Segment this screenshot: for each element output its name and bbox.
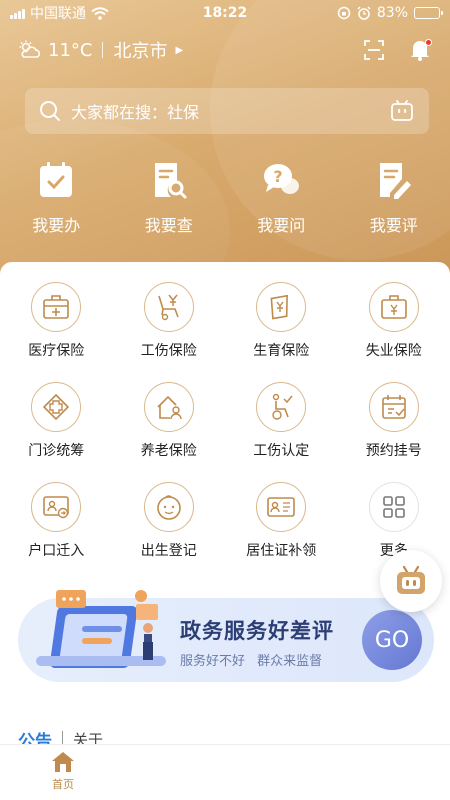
assistant-robot-button[interactable] xyxy=(380,550,442,612)
service-evaluation-illustration xyxy=(36,590,166,668)
weather-location[interactable]: 11°C 北京市 ▶ xyxy=(18,37,362,63)
battery-icon xyxy=(414,7,443,19)
caret-right-icon: ▶ xyxy=(175,44,184,56)
robot-assistant-icon[interactable] xyxy=(389,99,415,123)
service-appointment[interactable]: 预约挂号 xyxy=(338,382,450,460)
service-medical-insurance[interactable]: 医疗保险 xyxy=(0,282,113,360)
service-label: 失业保险 xyxy=(365,343,422,359)
briefcase-yen-icon xyxy=(368,282,419,332)
services-card: 医疗保险 工伤保险 生育保险 失业保险 门诊统筹 养老保险 工伤认定 预约挂号 … xyxy=(0,262,450,800)
house-person-icon xyxy=(143,382,194,432)
quick-action-label: 我要问 xyxy=(257,216,306,235)
question-chat-icon: ? xyxy=(261,160,301,200)
service-label: 出生登记 xyxy=(140,543,197,559)
service-label: 工伤保险 xyxy=(140,343,197,359)
quick-action-label: 我要查 xyxy=(144,216,193,235)
service-maternity-insurance[interactable]: 生育保险 xyxy=(225,282,338,360)
wheelchair-yen-icon xyxy=(143,282,194,332)
city-name: 北京市 xyxy=(113,41,168,62)
home-icon xyxy=(52,752,74,772)
scan-icon xyxy=(364,40,384,60)
carrier-name: 中国联通 xyxy=(30,6,86,22)
wifi-icon xyxy=(91,6,109,20)
signal-icon xyxy=(10,8,25,19)
service-household-transfer[interactable]: 户口迁入 xyxy=(0,482,113,560)
service-label: 预约挂号 xyxy=(365,443,422,459)
id-card-transfer-icon xyxy=(31,482,82,532)
quick-action-label: 我要评 xyxy=(369,216,418,235)
battery-percent: 83% xyxy=(376,5,408,21)
tab-home-label: 首页 xyxy=(52,778,74,791)
svg-text:?: ? xyxy=(274,167,283,186)
service-label: 养老保险 xyxy=(140,443,197,459)
banner-title: 政务服务好差评 xyxy=(180,619,334,643)
yen-leaf-icon xyxy=(256,282,307,332)
service-birth-registration[interactable]: 出生登记 xyxy=(113,482,226,560)
document-edit-icon xyxy=(374,160,414,200)
grid-more-icon xyxy=(368,482,419,532)
unread-badge xyxy=(425,39,432,46)
document-search-icon xyxy=(149,160,189,200)
calendar-booking-icon xyxy=(368,382,419,432)
service-label: 户口迁入 xyxy=(28,543,85,559)
cross-badge-icon xyxy=(31,382,82,432)
temperature: 11°C xyxy=(48,39,93,61)
quick-action-handle[interactable]: 我要办 xyxy=(6,160,106,240)
medical-box-icon xyxy=(31,282,82,332)
service-injury-recognition[interactable]: 工伤认定 xyxy=(225,382,338,460)
quick-action-query[interactable]: 我要查 xyxy=(119,160,219,240)
wheelchair-check-icon xyxy=(256,382,307,432)
tab-home[interactable]: 首页 xyxy=(38,751,88,792)
notification-button[interactable] xyxy=(408,38,432,62)
id-card-reissue-icon xyxy=(256,482,307,532)
service-label: 门诊统筹 xyxy=(28,443,85,459)
service-unemployment-insurance[interactable]: 失业保险 xyxy=(338,282,450,360)
service-outpatient-pooling[interactable]: 门诊统筹 xyxy=(0,382,113,460)
quick-action-evaluate[interactable]: 我要评 xyxy=(344,160,444,240)
search-bar[interactable]: 大家都在搜：社保 xyxy=(25,88,429,134)
bottom-tab-bar: 首页 xyxy=(0,744,450,800)
service-more[interactable]: 更多 xyxy=(338,482,450,560)
service-injury-insurance[interactable]: 工伤保险 xyxy=(113,282,226,360)
service-label: 居住证补领 xyxy=(246,543,317,559)
search-placeholder: 大家都在搜：社保 xyxy=(71,103,200,122)
evaluation-banner[interactable]: 政务服务好差评 服务好不好 群众来监督 GO xyxy=(18,590,434,682)
alarm-icon xyxy=(357,6,371,20)
quick-actions: 我要办 我要查 ? 我要问 我要评 xyxy=(0,160,450,240)
robot-icon xyxy=(397,565,425,594)
quick-action-label: 我要办 xyxy=(32,216,81,235)
service-label: 工伤认定 xyxy=(253,443,310,459)
service-label: 生育保险 xyxy=(253,343,310,359)
cloudy-weather-icon xyxy=(19,40,41,58)
service-residence-permit-reissue[interactable]: 居住证补领 xyxy=(225,482,338,560)
service-pension-insurance[interactable]: 养老保险 xyxy=(113,382,226,460)
scan-button[interactable] xyxy=(362,38,386,62)
status-bar: 中国联通 18:22 83% xyxy=(0,0,450,26)
quick-action-ask[interactable]: ? 我要问 xyxy=(231,160,331,240)
banner-subtitle: 服务好不好 群众来监督 xyxy=(180,654,323,669)
rotation-lock-icon xyxy=(337,6,351,20)
service-label: 医疗保险 xyxy=(28,343,85,359)
go-button[interactable]: GO xyxy=(362,610,422,670)
baby-face-icon xyxy=(143,482,194,532)
search-icon xyxy=(40,101,60,121)
calendar-check-icon xyxy=(36,160,76,200)
